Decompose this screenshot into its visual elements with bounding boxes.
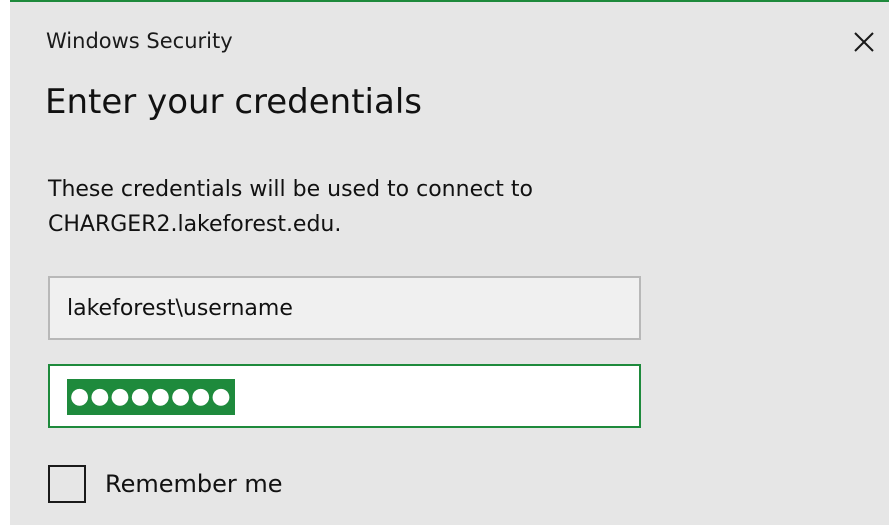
password-masked-selection: ●●●●●●●● — [67, 379, 235, 415]
top-accent-border — [10, 0, 889, 2]
description-line-2: CHARGER2.lakeforest.edu. — [48, 212, 342, 237]
remember-me-checkbox[interactable] — [48, 465, 86, 503]
description-line-1: These credentials will be used to connec… — [48, 177, 533, 202]
dialog-heading: Enter your credentials — [45, 82, 422, 122]
remember-me-option[interactable]: Remember me — [48, 464, 283, 504]
left-edge — [0, 0, 10, 525]
close-button[interactable] — [846, 24, 882, 60]
close-icon — [854, 32, 874, 52]
password-field[interactable]: ●●●●●●●● — [48, 364, 641, 428]
remember-me-label: Remember me — [105, 470, 283, 498]
credentials-dialog: Windows Security Enter your credentials … — [0, 0, 889, 525]
window-title: Windows Security — [46, 29, 233, 53]
username-field[interactable]: lakeforest\username — [48, 276, 641, 340]
username-value: lakeforest\username — [67, 296, 293, 321]
dialog-description: These credentials will be used to connec… — [48, 172, 668, 242]
